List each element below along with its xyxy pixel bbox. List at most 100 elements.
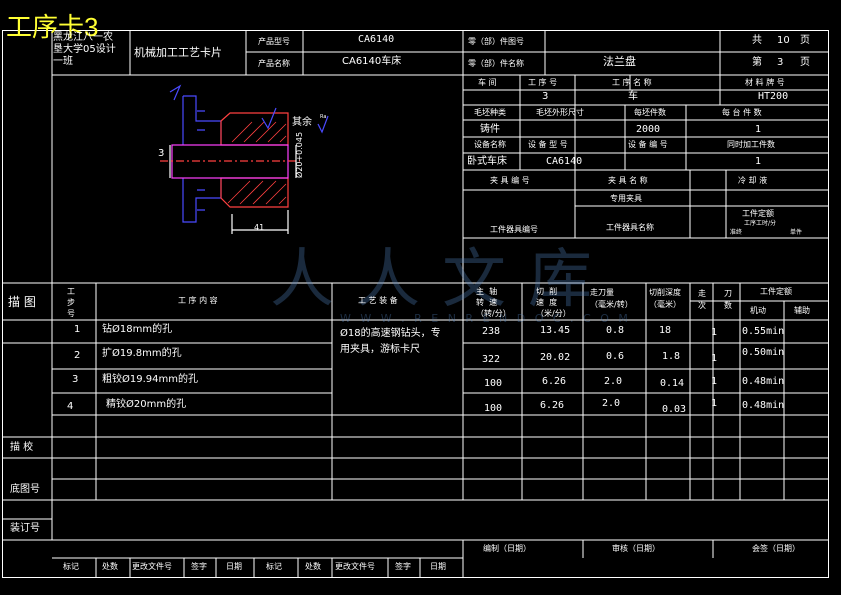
compile-label: 编制（日期） (483, 544, 531, 553)
knife-header: 刀 数 (724, 289, 732, 310)
row3-content: 粗铰Ø19.94mm的孔 (102, 374, 198, 385)
row3-speed: 100 (484, 378, 503, 389)
simul-value: 1 (755, 156, 762, 167)
equip-name-value: 卧式车床 (467, 156, 507, 167)
step-header: 工 步 号 (67, 287, 75, 318)
row4-passes: 1 (711, 398, 718, 409)
sketch-label: 描 图 (8, 295, 36, 309)
equipment-note-1: Ø18的高速钢钻头，专 (340, 328, 441, 339)
row1-feed: 0.8 (606, 325, 625, 336)
simul-label: 同时加工件数 (727, 140, 775, 149)
page-no: 3 (777, 57, 784, 68)
row4-content: 精铰Ø20mm的孔 (106, 399, 187, 410)
drawing-dim-3: 3 (158, 148, 165, 159)
footer-place-1: 处数 (102, 562, 118, 571)
row3-step: 3 (72, 374, 79, 385)
equipment-note-2: 用夹具，游标卡尺 (340, 344, 420, 355)
per-unit-value: 1 (755, 124, 762, 135)
total-pages-label-b: 页 (800, 35, 810, 46)
page-label-a: 第 (752, 57, 762, 68)
footer-signature-1: 签字 (191, 562, 207, 571)
row2-machine: 0.50min (742, 347, 785, 358)
sign-label: 会签（日期） (752, 544, 800, 553)
footer-mark-2: 标记 (266, 562, 282, 571)
row1-depth: 18 (659, 325, 672, 336)
equipment-header: 工 艺 装 备 (358, 296, 398, 305)
total-pages-label-a: 共 (752, 35, 762, 46)
tool-no-label: 工件器具编号 (490, 225, 538, 234)
row4-step: 4 (67, 401, 74, 412)
op-name-label: 工 序 名 称 (612, 78, 652, 87)
row3-machine: 0.48min (742, 376, 785, 387)
passes-header: 走 次 (698, 289, 706, 310)
binding-no-label: 装订号 (10, 523, 40, 534)
footer-change-doc-1: 更改文件号 (132, 562, 172, 571)
blank-count-value: 2000 (636, 124, 661, 135)
product-name: CA6140车床 (342, 56, 402, 67)
equip-model-label: 设 备 型 号 (528, 140, 568, 149)
row3-feed: 2.0 (604, 376, 623, 387)
op-no-label: 工 序 号 (528, 78, 558, 87)
cutting-speed-header: 切 削 速 度 （米/分） (536, 287, 571, 318)
quota-label: 工件定额 (742, 209, 774, 218)
equip-no-label: 设 备 编 号 (628, 140, 668, 149)
content-header: 工 序 内 容 (178, 296, 218, 305)
blank-type-value: 铸件 (480, 124, 500, 135)
depth-header: 切削深度 （毫米） (649, 288, 681, 309)
row2-step: 2 (74, 350, 81, 361)
aux-time-header: 辅助 (794, 306, 810, 315)
blank-count-label: 每坯件数 (634, 108, 666, 117)
drawing-dim-41: 41 (254, 223, 265, 232)
fixture-no-label: 夹 具 编 号 (490, 176, 530, 185)
product-model-label: 产品型号 (258, 37, 290, 46)
row3-passes: 1 (711, 376, 718, 387)
row3-depth: 0.14 (660, 378, 685, 389)
blank-type-label: 毛坯种类 (474, 108, 506, 117)
quota-prep: 准终 (730, 229, 743, 236)
spindle-speed-header: 主 轴 转 速 （转/分） (476, 287, 511, 318)
part-name: 法兰盘 (603, 55, 636, 68)
row4-depth: 0.03 (662, 404, 687, 415)
school-line-1: 黑龙江八一农 (53, 32, 113, 43)
row2-vc: 20.02 (540, 352, 571, 363)
tool-name-label: 工件器具名称 (606, 223, 654, 232)
row2-passes: 1 (711, 353, 718, 364)
row2-speed: 322 (482, 354, 501, 365)
row4-vc: 6.26 (540, 400, 565, 411)
row4-machine: 0.48min (742, 400, 785, 411)
machine-time-header: 机动 (750, 306, 766, 315)
footer-signature-2: 签字 (395, 562, 411, 571)
footer-date-2: 日期 (430, 562, 446, 571)
row2-content: 扩Ø19.8mm的孔 (102, 348, 182, 359)
row2-depth: 1.8 (662, 351, 681, 362)
total-pages: 10 (777, 35, 790, 46)
school-line-3: 一班 (53, 56, 73, 67)
drawing-diameter: Ø20+0.045 (295, 131, 304, 178)
fixture-name-label: 夹 具 名 称 (608, 176, 648, 185)
review-label: 审核（日期） (612, 544, 660, 553)
product-name-label: 产品名称 (258, 59, 290, 68)
footer-mark-1: 标记 (63, 562, 79, 571)
material-label: 材 料 牌 号 (745, 78, 785, 87)
row1-passes: 1 (711, 327, 718, 338)
part-name-label: 零（部）件名称 (468, 59, 524, 68)
equip-model-value: CA6140 (546, 156, 583, 167)
equip-name-label: 设备名称 (474, 140, 506, 149)
row4-speed: 100 (484, 403, 503, 414)
footer-date-1: 日期 (226, 562, 242, 571)
footer-place-2: 处数 (305, 562, 321, 571)
quota-header: 工件定额 (760, 287, 792, 296)
blank-size-label: 毛坯外形尺寸 (536, 108, 584, 117)
row1-content: 钻Ø18mm的孔 (102, 324, 173, 335)
row1-step: 1 (74, 324, 81, 335)
school-line-2: 垦大学05设计 (53, 44, 116, 55)
op-no-value: 3 (542, 91, 549, 102)
row2-feed: 0.6 (606, 351, 625, 362)
material-value: HT200 (758, 91, 789, 102)
workshop-label: 车 间 (478, 78, 497, 87)
coolant-label: 冷 却 液 (738, 176, 768, 185)
quota-sub: 工序工时/分 (744, 220, 777, 227)
fixture-name-value: 专用夹具 (610, 194, 642, 203)
row1-machine: 0.55min (742, 326, 785, 337)
row3-vc: 6.26 (542, 376, 567, 387)
